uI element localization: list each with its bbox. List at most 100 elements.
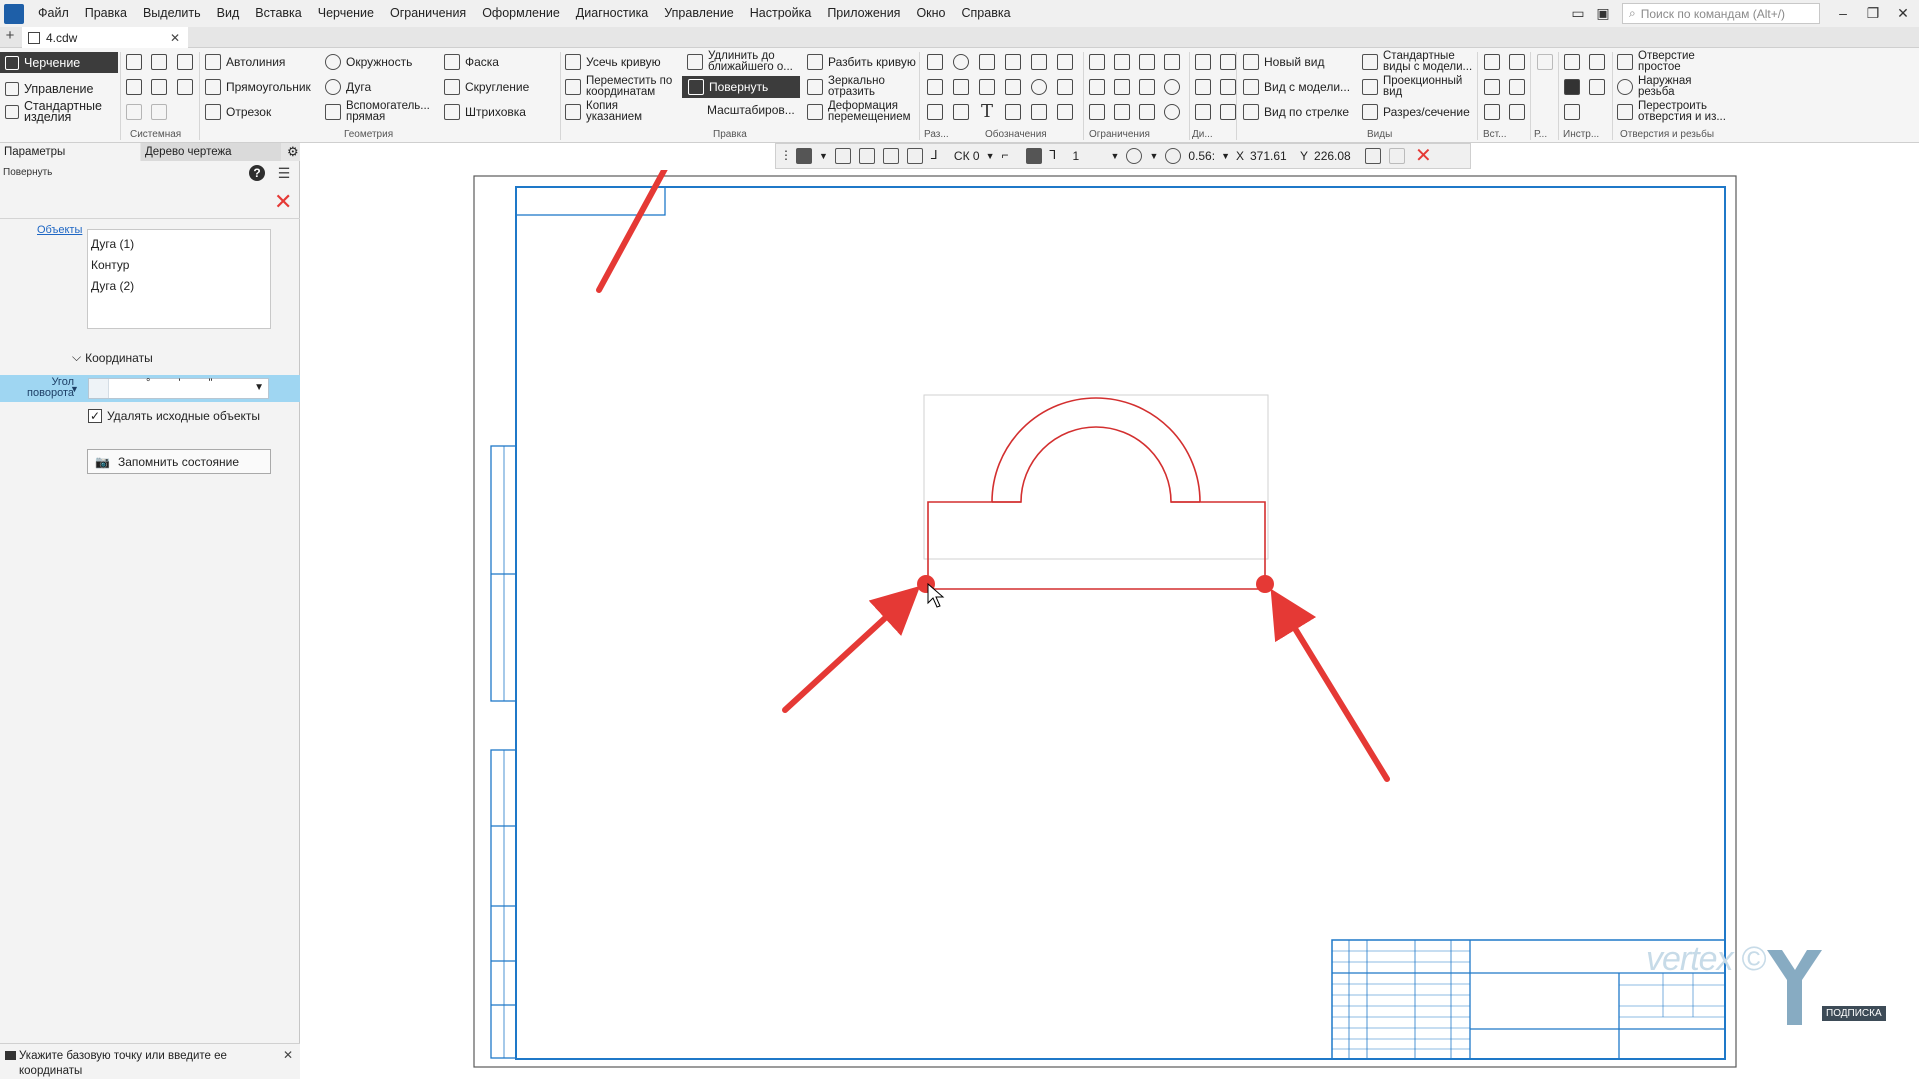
diag-icon-5[interactable]: [1195, 104, 1211, 120]
calculator-icon[interactable]: [1365, 148, 1382, 164]
extend-button[interactable]: Удлинить до ближайшего о...: [687, 50, 802, 73]
parallel-icon[interactable]: [1114, 54, 1130, 70]
layer-state-icon[interactable]: ⅂: [1050, 148, 1066, 164]
chamfer-button[interactable]: Фаска: [444, 54, 499, 70]
insert-icon-6[interactable]: [1509, 104, 1525, 120]
angle-constraint-icon[interactable]: [1114, 79, 1130, 95]
chain-dim-icon[interactable]: [927, 104, 943, 120]
rotate-button[interactable]: Повернуть: [682, 76, 800, 98]
close-window-icon[interactable]: ✕: [1889, 2, 1917, 24]
diag-icon-3[interactable]: [1195, 79, 1211, 95]
panels-icon[interactable]: ▣: [1589, 2, 1617, 24]
diag-icon-1[interactable]: [1195, 54, 1211, 70]
diag-icon-2[interactable]: [1220, 54, 1236, 70]
mirror-button[interactable]: Зеркально отразить: [807, 75, 917, 98]
coincident-icon[interactable]: [1089, 104, 1105, 120]
menu-manage[interactable]: Управление: [656, 0, 742, 27]
objects-link[interactable]: Объекты: [37, 224, 82, 236]
restore-icon[interactable]: ❐: [1859, 2, 1887, 24]
external-thread-button[interactable]: Наружная резьба: [1617, 75, 1717, 98]
diag-icon-6[interactable]: [1220, 104, 1236, 120]
snap-icon[interactable]: [796, 148, 812, 164]
new-view-button[interactable]: Новый вид: [1243, 54, 1324, 70]
panel-settings-icon[interactable]: ⚙: [283, 143, 300, 161]
menu-select[interactable]: Выделить: [135, 0, 209, 27]
remember-state-button[interactable]: 📷 Запомнить состояние: [87, 449, 271, 474]
menu-window[interactable]: Окно: [908, 0, 953, 27]
text-a-leader-icon[interactable]: [1005, 79, 1021, 95]
menu-drawing[interactable]: Черчение: [310, 0, 382, 27]
new-tab-icon[interactable]: +: [2, 28, 18, 45]
aux-line-button[interactable]: Вспомогатель... прямая: [325, 100, 435, 123]
mode-drawing[interactable]: Черчение: [0, 52, 118, 73]
standard-views-button[interactable]: Стандартные виды с модели...: [1362, 50, 1477, 73]
zoom-icon[interactable]: [1165, 148, 1182, 164]
minimize-icon[interactable]: –: [1829, 2, 1857, 24]
zoom-window-icon[interactable]: [1126, 148, 1143, 164]
arrow-view-button[interactable]: Вид по стрелке: [1243, 104, 1349, 120]
tool-icon-2[interactable]: [1589, 54, 1605, 70]
coord-system-icon[interactable]: ⅃: [931, 148, 947, 164]
menu-apps[interactable]: Приложения: [819, 0, 908, 27]
rotation-angle-input[interactable]: °'" ▼: [88, 377, 269, 399]
arc-button[interactable]: Дуга: [325, 79, 371, 95]
new-file-icon[interactable]: [126, 54, 142, 70]
position-icon[interactable]: [1031, 79, 1047, 95]
insert-icon-1[interactable]: [1484, 54, 1500, 70]
rectangle-button[interactable]: Прямоугольник: [205, 79, 311, 95]
lightning-icon[interactable]: [1031, 104, 1047, 120]
grip-icon[interactable]: ⋮: [780, 148, 792, 164]
preview-icon[interactable]: [151, 79, 167, 95]
zoom-dropdown-icon[interactable]: ▼: [1149, 151, 1158, 161]
objects-list[interactable]: Дуга (1) Контур Дуга (2): [87, 229, 271, 329]
table-mark-icon[interactable]: [1057, 79, 1073, 95]
equal-icon[interactable]: [1114, 104, 1130, 120]
circle-button[interactable]: Окружность: [325, 54, 412, 70]
diameter-icon[interactable]: [953, 54, 969, 70]
dimension-icon[interactable]: [927, 54, 943, 70]
command-search-input[interactable]: ⌕ Поиск по командам (Alt+/): [1622, 3, 1820, 24]
menu-edit[interactable]: Правка: [77, 0, 135, 27]
weld-icon[interactable]: [1057, 104, 1073, 120]
move-by-coords-button[interactable]: Переместить по координатам: [565, 75, 680, 98]
redo-icon[interactable]: [151, 104, 167, 120]
coord-system-dropdown-icon[interactable]: ▼: [986, 151, 995, 161]
tree-view-icon[interactable]: ☰: [276, 165, 292, 181]
list-item[interactable]: Дуга (2): [88, 276, 270, 297]
menu-file[interactable]: Файл: [30, 0, 77, 27]
pencil-icon[interactable]: [1389, 148, 1406, 164]
tool-icon-5[interactable]: [1564, 104, 1580, 120]
coordinates-section-header[interactable]: ⌵ Координаты: [72, 350, 153, 365]
stop-command-icon[interactable]: ✕: [1415, 146, 1432, 166]
insert-fragment-icon[interactable]: [1509, 79, 1525, 95]
rebuild-holes-button[interactable]: Перестроить отверстия и из...: [1617, 100, 1732, 123]
section-button[interactable]: Разрез/сечение: [1362, 104, 1470, 120]
angle-mode-dropdown-icon[interactable]: ▼: [70, 384, 79, 394]
base-icon[interactable]: [1057, 54, 1073, 70]
tool-icon-4[interactable]: [1589, 79, 1605, 95]
close-tab-icon[interactable]: ✕: [170, 31, 180, 45]
deform-button[interactable]: Деформация перемещением: [807, 100, 917, 123]
concentric-icon[interactable]: [1164, 79, 1180, 95]
menu-help[interactable]: Справка: [954, 0, 1019, 27]
list-item[interactable]: Дуга (1): [88, 234, 270, 255]
menu-format[interactable]: Оформление: [474, 0, 568, 27]
print-icon[interactable]: [126, 79, 142, 95]
table-icon[interactable]: [1005, 104, 1021, 120]
layer-icon[interactable]: ⌐: [1002, 148, 1018, 164]
fix-icon[interactable]: [1139, 79, 1155, 95]
tangent-icon[interactable]: [1164, 54, 1180, 70]
menu-diagnostics[interactable]: Диагностика: [568, 0, 656, 27]
layout-icon[interactable]: ▭: [1564, 2, 1592, 24]
roughness-icon[interactable]: [1031, 54, 1047, 70]
autoline-button[interactable]: Автолиния: [205, 54, 285, 70]
insert-icon-2[interactable]: [1509, 54, 1525, 70]
save-icon[interactable]: [177, 54, 193, 70]
save-all-icon[interactable]: [177, 79, 193, 95]
break-dim-icon[interactable]: [953, 104, 969, 120]
snap-dropdown-icon[interactable]: ▼: [819, 151, 828, 161]
symmetry-icon[interactable]: [1139, 104, 1155, 120]
document-tab[interactable]: 4.cdw ✕: [22, 27, 188, 48]
tab-drawing-tree[interactable]: Дерево чертежа: [141, 143, 281, 161]
help-icon[interactable]: ?: [249, 165, 265, 181]
